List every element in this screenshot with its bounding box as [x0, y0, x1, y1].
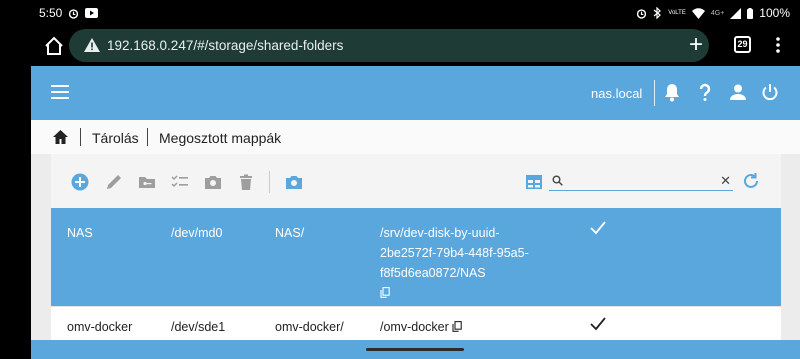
home-gesture-handle[interactable]	[366, 348, 464, 351]
path-line: /srv/dev-disk-by-uuid-	[380, 226, 500, 240]
breadcrumb-home-icon[interactable]	[52, 129, 69, 145]
search-input[interactable]	[567, 174, 717, 189]
copy-icon[interactable]	[380, 287, 390, 298]
table-row[interactable]: omv-docker /dev/sde1 omv-docker/ /omv-do…	[51, 306, 781, 342]
navigation-bar	[31, 340, 800, 359]
notifications-icon[interactable]	[661, 81, 683, 103]
search-field[interactable]: ✕	[549, 173, 733, 191]
table-view-icon[interactable]	[525, 173, 543, 191]
new-tab-icon[interactable]: +	[689, 32, 703, 58]
bluetooth-icon	[653, 7, 662, 19]
battery-icon	[747, 7, 754, 19]
status-bar: 5:50 VoLTE 4G+ 100%	[31, 0, 800, 26]
path-line: f8f5d6ea0872/NAS	[380, 266, 486, 280]
battery-percent: 100%	[759, 6, 790, 20]
cell-device: /dev/md0	[171, 226, 223, 240]
clear-search-icon[interactable]: ✕	[720, 173, 731, 189]
delete-icon[interactable]	[237, 173, 255, 191]
table-row[interactable]: NAS /dev/md0 NAS/ /srv/dev-disk-by-uuid-…	[51, 208, 781, 306]
cell-relative-path: omv-docker/	[275, 320, 344, 334]
power-icon[interactable]	[759, 81, 781, 103]
tab-switcher-button[interactable]: 29	[734, 36, 751, 53]
add-icon[interactable]	[71, 173, 89, 191]
url-bar[interactable]: 192.168.0.247/#/storage/shared-folders	[69, 29, 709, 62]
breadcrumb: Tárolás Megosztott mappák	[31, 120, 800, 154]
shared-folders-card: ✕ NAS /dev/md0 NAS/ /srv/dev-disk-by-uui…	[51, 154, 781, 359]
copy-icon[interactable]	[452, 321, 463, 332]
cell-name: omv-docker	[67, 320, 133, 334]
check-icon	[590, 317, 606, 331]
youtube-icon	[85, 8, 99, 18]
breadcrumb-storage[interactable]: Tárolás	[92, 130, 139, 146]
warning-icon[interactable]	[83, 37, 101, 53]
menu-icon[interactable]	[51, 85, 69, 99]
datatable-toolbar: ✕	[51, 154, 781, 208]
cell-absolute-path: /omv-docker	[380, 317, 550, 337]
user-icon[interactable]	[727, 81, 749, 103]
home-icon[interactable]	[43, 35, 65, 57]
signal-icon	[730, 7, 742, 19]
header-divider	[654, 80, 655, 106]
cell-absolute-path: /srv/dev-disk-by-uuid- 2be2572f-79b4-448…	[380, 223, 550, 303]
search-icon	[552, 175, 563, 186]
camera-icon[interactable]	[204, 173, 222, 191]
breadcrumb-separator	[147, 128, 148, 146]
refresh-icon[interactable]	[741, 171, 761, 191]
breadcrumb-shared-folders: Megosztott mappák	[159, 130, 282, 146]
cell-name: NAS	[67, 226, 93, 240]
path-line: /omv-docker	[380, 320, 449, 334]
list-check-icon[interactable]	[171, 173, 189, 191]
device-screen: 5:50 VoLTE 4G+ 100% 192.168.0.247/#/stor…	[31, 0, 800, 359]
help-icon[interactable]	[694, 81, 716, 103]
folder-key-icon[interactable]	[138, 173, 156, 191]
more-menu-icon[interactable]	[775, 35, 781, 55]
toolbar-divider	[269, 171, 270, 193]
path-line: 2be2572f-79b4-448f-95a5-	[380, 246, 529, 260]
volte-icon: VoLTE	[668, 10, 686, 16]
browser-toolbar: 192.168.0.247/#/storage/shared-folders +…	[31, 26, 800, 66]
app-header: nas.local	[31, 66, 800, 120]
alarm-icon	[637, 8, 647, 19]
check-icon	[590, 221, 606, 235]
network-type: 4G+	[710, 9, 725, 17]
alarm-icon	[69, 8, 79, 19]
cell-relative-path: NAS/	[275, 226, 305, 240]
url-text[interactable]: 192.168.0.247/#/storage/shared-folders	[107, 38, 343, 53]
cell-device: /dev/sde1	[171, 320, 226, 334]
hostname: nas.local	[591, 86, 643, 101]
status-time: 5:50	[39, 6, 63, 20]
wifi-icon	[691, 7, 705, 19]
edit-icon[interactable]	[105, 173, 123, 191]
breadcrumb-separator	[80, 128, 81, 146]
shared-folders-table: NAS /dev/md0 NAS/ /srv/dev-disk-by-uuid-…	[51, 208, 781, 342]
snapshot-icon[interactable]	[285, 173, 303, 191]
